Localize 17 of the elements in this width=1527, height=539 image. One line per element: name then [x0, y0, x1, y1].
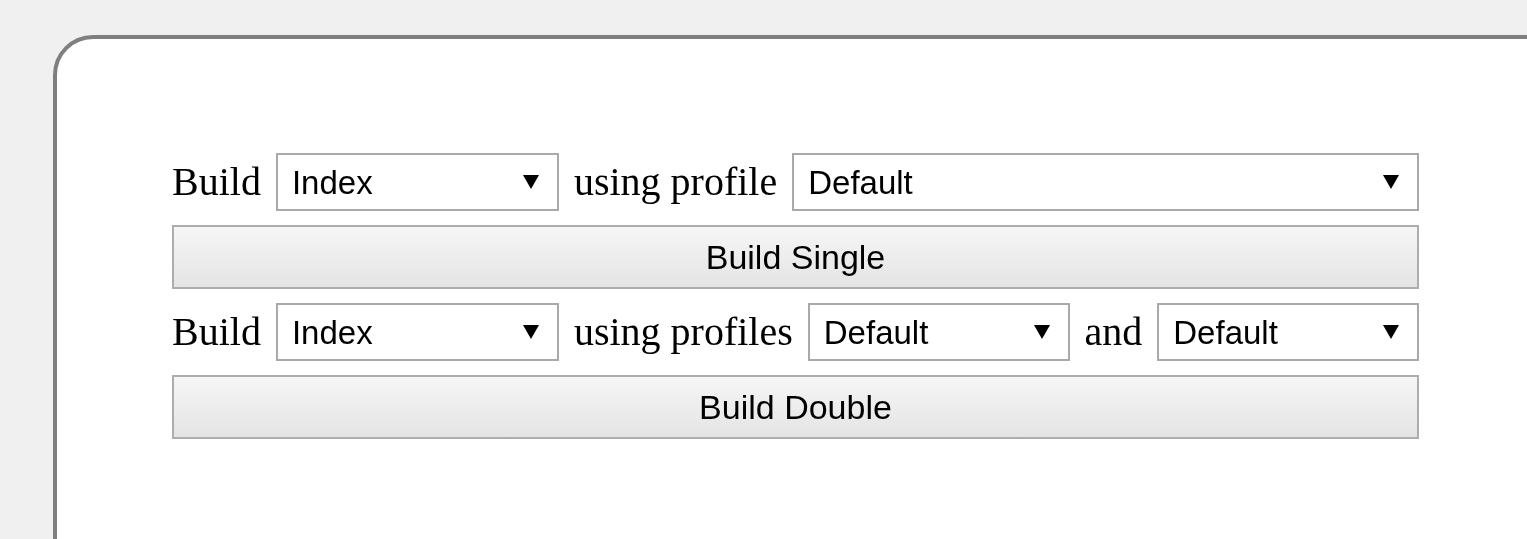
- label-text: and: [1084, 312, 1143, 352]
- dropdown[interactable]: Default: [792, 153, 1419, 211]
- label-text: using profiles: [573, 312, 793, 352]
- dropdown[interactable]: Default: [807, 303, 1070, 361]
- label-text: using profile: [573, 162, 778, 202]
- dropdown[interactable]: Index: [275, 303, 559, 361]
- caret-icon: [522, 175, 539, 189]
- caret-icon: [1383, 175, 1399, 189]
- dropdown[interactable]: Default: [1157, 303, 1419, 361]
- build-button[interactable]: Build Double: [172, 375, 1419, 439]
- label-text: Build: [172, 312, 261, 352]
- caret-icon: [1033, 325, 1050, 339]
- label-text: Build: [172, 162, 261, 202]
- build-button[interactable]: Build Single: [172, 225, 1419, 289]
- dropdown[interactable]: Index: [275, 153, 559, 211]
- caret-icon: [1383, 325, 1399, 339]
- caret-icon: [522, 325, 539, 339]
